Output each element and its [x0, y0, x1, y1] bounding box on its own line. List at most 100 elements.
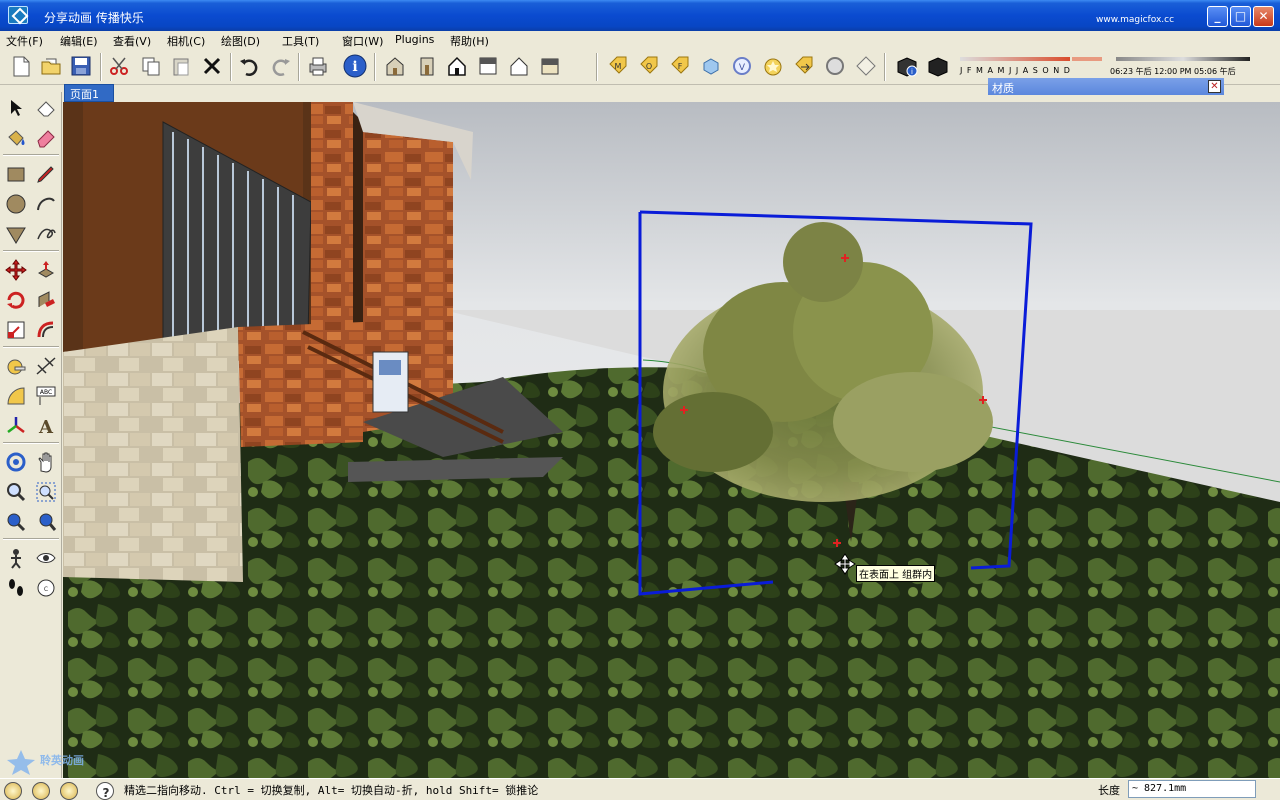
help-icon[interactable]: ?: [96, 782, 114, 800]
previous-view-icon[interactable]: [32, 508, 60, 536]
watermark-text: 聆英动画: [40, 754, 84, 767]
house-outline-icon[interactable]: [506, 53, 532, 79]
svg-text:i: i: [911, 68, 913, 76]
section-plane-icon[interactable]: C: [32, 574, 60, 602]
scale-icon[interactable]: [2, 316, 30, 344]
move-icon[interactable]: [2, 256, 30, 284]
save-icon[interactable]: [68, 53, 94, 79]
menu-plugins[interactable]: Plugins: [395, 33, 434, 46]
v-ring-icon[interactable]: V: [729, 53, 755, 79]
zoom-icon[interactable]: [2, 478, 30, 506]
menu-tools[interactable]: 工具(T): [282, 33, 319, 49]
month-slider[interactable]: [960, 57, 1070, 61]
menu-camera[interactable]: 相机(C): [167, 33, 205, 49]
svg-text:ABC: ABC: [40, 389, 52, 396]
svg-text:i: i: [352, 59, 357, 75]
length-input[interactable]: ~ 827.1mm: [1128, 780, 1256, 798]
left-toolbar: ABC A C: [0, 92, 62, 778]
zoom-window-icon[interactable]: [32, 478, 60, 506]
redo-icon[interactable]: [268, 53, 294, 79]
window-title: 分享动画 传播快乐: [44, 11, 144, 25]
text-icon[interactable]: ABC: [32, 382, 60, 410]
shadow-settings-icon[interactable]: i: [894, 53, 920, 79]
month-marker: [1072, 57, 1102, 61]
select-icon[interactable]: [2, 94, 30, 122]
geo-location-icon[interactable]: [4, 782, 22, 800]
tag-arrow-icon[interactable]: [791, 53, 817, 79]
model-info-icon[interactable]: i: [342, 53, 368, 79]
cube-icon[interactable]: [698, 53, 724, 79]
menu-view[interactable]: 查看(V): [113, 33, 151, 49]
position-camera-icon[interactable]: [2, 544, 30, 572]
freehand-icon[interactable]: [32, 220, 60, 248]
app-logo-icon: [8, 6, 28, 24]
tape-measure-icon[interactable]: [2, 352, 30, 380]
pan-icon[interactable]: [32, 448, 60, 476]
zoom-extents-icon[interactable]: [2, 508, 30, 536]
tag-f-icon[interactable]: F: [667, 53, 693, 79]
site-url: www.magicfox.cc: [1096, 15, 1175, 25]
dimension-icon[interactable]: [32, 352, 60, 380]
material-panel-close-button[interactable]: ✕: [1208, 80, 1221, 93]
paste-icon[interactable]: [168, 53, 194, 79]
eraser-icon[interactable]: [32, 94, 60, 122]
tag-m-icon[interactable]: M: [605, 53, 631, 79]
user-icon[interactable]: [60, 782, 78, 800]
rotate-icon[interactable]: [2, 286, 30, 314]
menu-draw[interactable]: 绘图(D): [221, 33, 260, 49]
house-iso-icon[interactable]: [382, 53, 408, 79]
house-top-icon[interactable]: [444, 53, 470, 79]
undo-icon[interactable]: [236, 53, 262, 79]
walk-icon[interactable]: [2, 574, 30, 602]
diamond-icon[interactable]: [853, 53, 879, 79]
rectangle-icon[interactable]: [2, 160, 30, 188]
house-front-icon[interactable]: [414, 53, 440, 79]
circle-tool-icon[interactable]: [2, 190, 30, 218]
tab-page-1[interactable]: 页面1: [64, 84, 114, 102]
house-side-icon[interactable]: [475, 53, 501, 79]
paint-bucket-icon[interactable]: [2, 124, 30, 152]
svg-text:F: F: [678, 62, 683, 71]
polygon-icon[interactable]: [2, 220, 30, 248]
minimize-button[interactable]: _: [1207, 6, 1228, 27]
shadow-toggle-icon[interactable]: [925, 53, 951, 79]
3d-viewport[interactable]: [63, 102, 1280, 778]
svg-text:A: A: [38, 417, 54, 437]
new-file-icon[interactable]: [8, 53, 34, 79]
status-message: 精选二指向移动. Ctrl = 切换复制, Alt= 切换自动-折, hold …: [124, 784, 539, 797]
open-folder-icon[interactable]: [38, 53, 64, 79]
look-around-icon[interactable]: [32, 544, 60, 572]
follow-me-icon[interactable]: [32, 286, 60, 314]
credits-icon[interactable]: [32, 782, 50, 800]
material-panel-title: 材质: [992, 82, 1014, 95]
eraser-pink-icon[interactable]: [32, 124, 60, 152]
push-pull-icon[interactable]: [32, 256, 60, 284]
delete-icon[interactable]: [199, 53, 225, 79]
circle-icon[interactable]: [822, 53, 848, 79]
menu-edit[interactable]: 编辑(E): [60, 33, 98, 49]
svg-text:C: C: [44, 586, 48, 593]
copy-icon[interactable]: [138, 53, 164, 79]
pencil-icon[interactable]: [32, 160, 60, 188]
offset-icon[interactable]: [32, 316, 60, 344]
3d-text-icon[interactable]: A: [32, 412, 60, 440]
scene-canvas[interactable]: [63, 102, 1280, 778]
svg-text:V: V: [739, 63, 746, 73]
axes-icon[interactable]: [2, 412, 30, 440]
maximize-button[interactable]: □: [1230, 6, 1251, 27]
protractor-icon[interactable]: [2, 382, 30, 410]
svg-text:M: M: [615, 62, 622, 71]
print-icon[interactable]: [305, 53, 331, 79]
time-slider[interactable]: [1116, 57, 1250, 61]
house-back-icon[interactable]: [537, 53, 563, 79]
star-tag-icon[interactable]: [760, 53, 786, 79]
menu-window[interactable]: 窗口(W): [342, 33, 383, 49]
menu-help[interactable]: 帮助(H): [450, 33, 489, 49]
tag-o-icon[interactable]: O: [636, 53, 662, 79]
menu-file[interactable]: 文件(F): [6, 33, 43, 49]
close-button[interactable]: ✕: [1253, 6, 1274, 27]
cut-icon[interactable]: [106, 53, 132, 79]
orbit-icon[interactable]: [2, 448, 30, 476]
arc-icon[interactable]: [32, 190, 60, 218]
title-bar: 分享动画 传播快乐 www.magicfox.cc _ □ ✕: [0, 0, 1280, 31]
